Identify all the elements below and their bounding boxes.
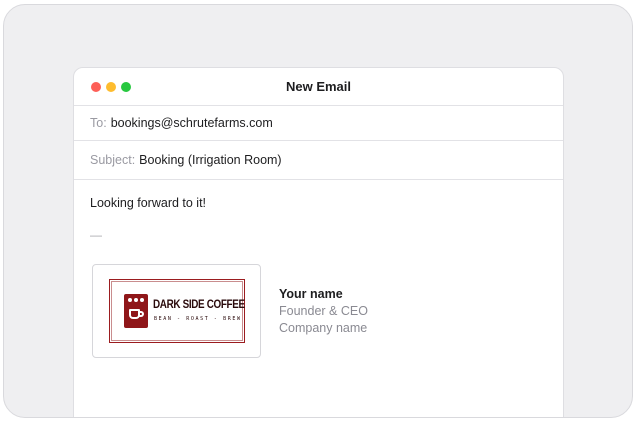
- coffee-machine-icon: [124, 294, 148, 328]
- signature-logo-card: DARK SIDE COFFEE BEAN - ROAST - BREW: [92, 264, 261, 358]
- signature-name: Your name: [279, 287, 343, 301]
- message-body[interactable]: Looking forward to it! — DARK SIDE COFFE…: [74, 180, 563, 358]
- company-logo: DARK SIDE COFFEE BEAN - ROAST - BREW: [109, 279, 245, 343]
- signature-details: Your name Founder & CEO Company name: [279, 286, 368, 337]
- to-field[interactable]: To: bookings@schrutefarms.com: [74, 106, 563, 141]
- app-frame: New Email To: bookings@schrutefarms.com …: [3, 4, 633, 418]
- email-compose-window: New Email To: bookings@schrutefarms.com …: [73, 67, 564, 417]
- signature-role: Founder & CEO: [279, 304, 368, 318]
- subject-label: Subject:: [90, 153, 136, 167]
- logo-tagline: BEAN - ROAST - BREW: [154, 316, 242, 322]
- signature-separator: —: [90, 228, 102, 242]
- logo-name: DARK SIDE COFFEE: [153, 299, 245, 311]
- message-text[interactable]: Looking forward to it!: [90, 196, 547, 210]
- signature-company: Company name: [279, 321, 368, 335]
- subject-field[interactable]: Subject: Booking (Irrigation Room): [74, 141, 563, 180]
- to-label: To:: [90, 116, 107, 130]
- email-signature: DARK SIDE COFFEE BEAN - ROAST - BREW You…: [92, 264, 368, 358]
- subject-value[interactable]: Booking (Irrigation Room): [139, 153, 281, 167]
- titlebar: New Email: [74, 68, 563, 106]
- to-value[interactable]: bookings@schrutefarms.com: [111, 116, 273, 130]
- window-title: New Email: [285, 79, 352, 94]
